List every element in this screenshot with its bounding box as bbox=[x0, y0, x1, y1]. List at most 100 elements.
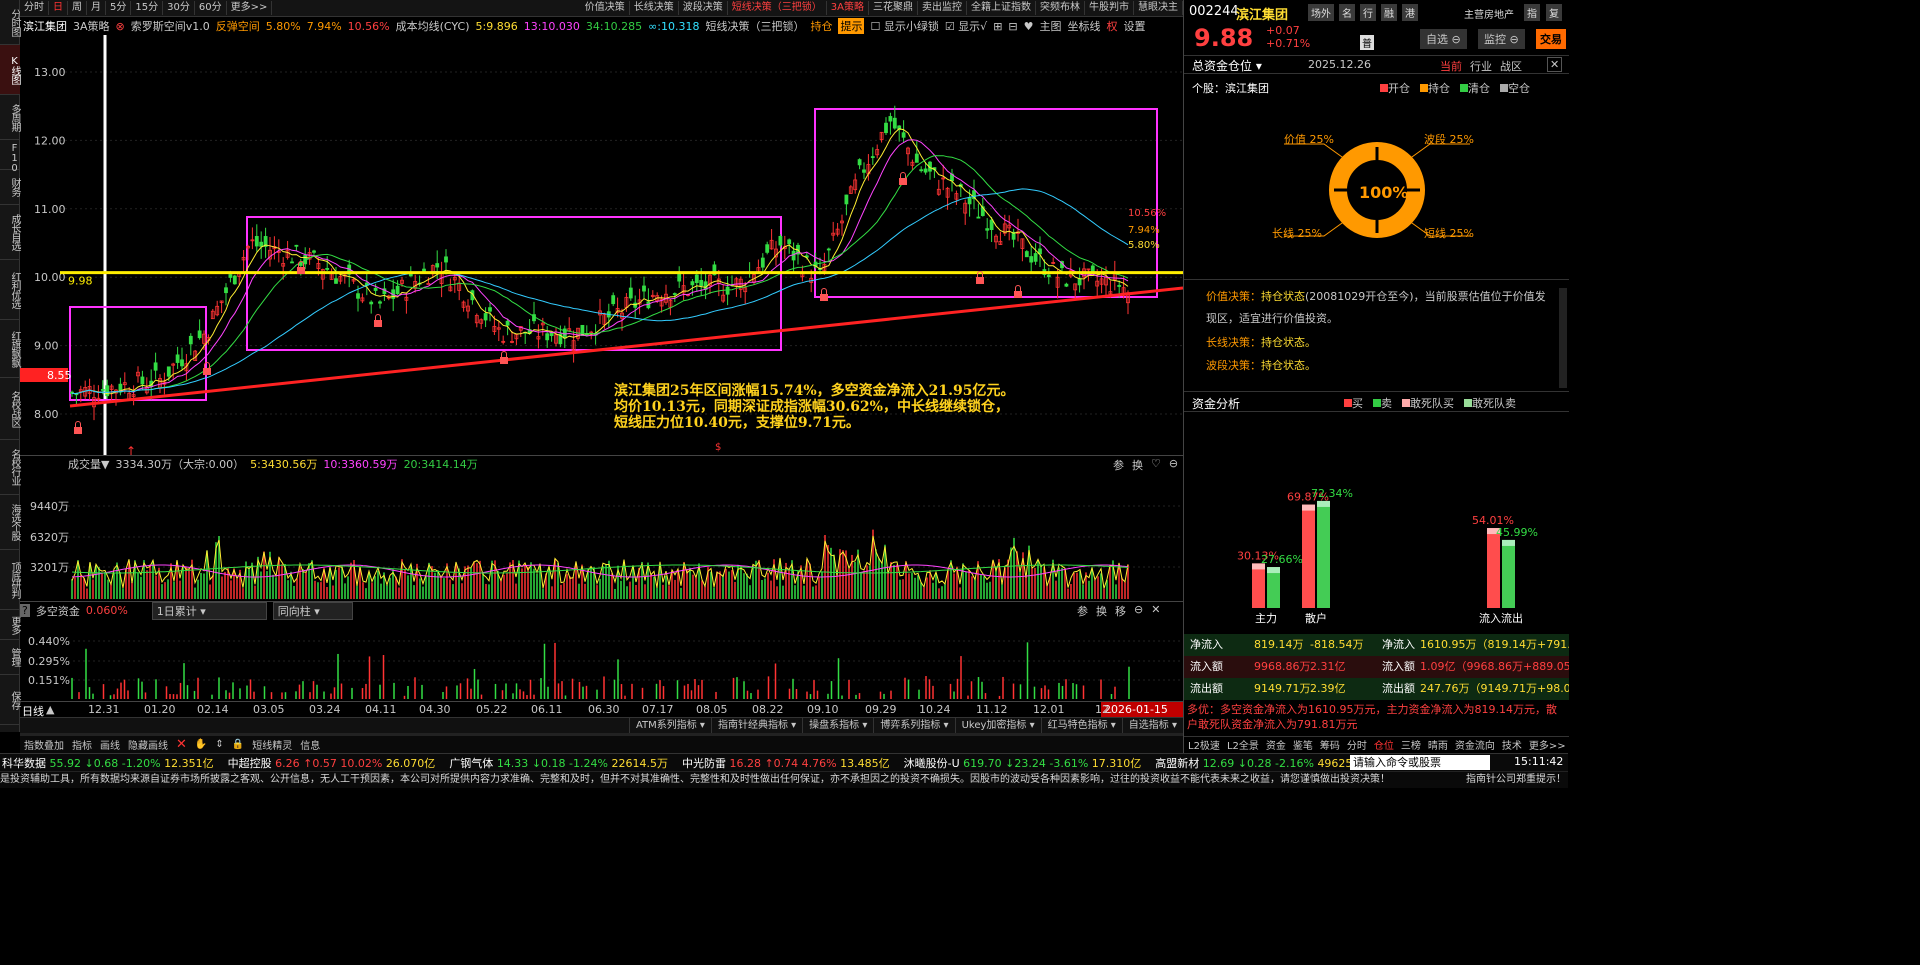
quote-tag-2[interactable]: 名 bbox=[1339, 4, 1355, 21]
strategy-tab-8[interactable]: 全籍上证指数 bbox=[967, 1, 1036, 15]
tool-2[interactable]: 指标 bbox=[72, 737, 92, 752]
strategy-tab-1[interactable]: 价值决策 bbox=[581, 1, 630, 15]
strategy-tab-4[interactable]: 短线决策（三把锁） bbox=[728, 1, 827, 15]
command-input[interactable]: 请输入命令或股票 bbox=[1350, 755, 1490, 770]
right-tab-4[interactable]: 鉴笔 bbox=[1293, 737, 1313, 753]
scroll-left-icon[interactable]: ▲ bbox=[46, 703, 54, 716]
spacer-label[interactable]: 索罗斯空间v1.0 bbox=[131, 18, 210, 34]
position-title[interactable]: 总资金仓位 ▾ bbox=[1192, 57, 1262, 74]
ticker-item[interactable]: 中光防雷 16.28 ↑0.74 4.76% 13.485亿 bbox=[682, 755, 890, 771]
indicator-tab-1[interactable]: ATM系列指标 ▾ bbox=[628, 718, 711, 733]
period-6[interactable]: 15分 bbox=[131, 1, 164, 15]
ticker-item[interactable]: 广钢气体 14.33 ↓0.18 -1.24% 22614.5万 bbox=[449, 755, 668, 771]
strategy-tab-2[interactable]: 长线决策 bbox=[630, 1, 679, 15]
close-icon[interactable]: ⊗ bbox=[116, 20, 125, 33]
self-select-button[interactable]: 自选 ⊖ bbox=[1420, 29, 1467, 49]
tool-10[interactable]: 信息 bbox=[300, 737, 320, 752]
restore-button[interactable]: 复 bbox=[1546, 4, 1562, 21]
period-3[interactable]: 周 bbox=[68, 1, 87, 15]
rail-item-7[interactable]: 红利优选 bbox=[0, 260, 20, 320]
stock-name[interactable]: 滨江集团 bbox=[23, 18, 67, 34]
heart-icon[interactable]: ♥ bbox=[1024, 20, 1034, 33]
rail-item-9[interactable]: 名校战区 bbox=[0, 378, 20, 440]
weight-button[interactable]: 权 bbox=[1107, 18, 1118, 34]
ticker-item[interactable]: 沐曦股份-U 619.70 ↓23.24 -3.61% 17.310亿 bbox=[904, 755, 1142, 771]
rail-item-4[interactable]: F10 bbox=[0, 140, 20, 173]
show-check-checkbox[interactable]: ☑ 显示√ bbox=[945, 18, 987, 34]
bar-mode-select[interactable]: 同向柱 ▾ bbox=[272, 601, 353, 620]
tool-5[interactable]: ✕ bbox=[176, 737, 187, 752]
rail-item-1[interactable]: 分时图 bbox=[0, 0, 20, 45]
rail-item-14[interactable]: 管理 bbox=[0, 640, 20, 675]
rail-item-13[interactable]: 更多 bbox=[0, 610, 20, 640]
right-tab-6[interactable]: 分时 bbox=[1347, 737, 1367, 753]
rail-item-6[interactable]: 成长自选 bbox=[0, 205, 20, 260]
strategy-tab-7[interactable]: 卖出监控 bbox=[918, 1, 967, 15]
rail-item-2[interactable]: K线图 bbox=[0, 45, 20, 95]
period-1[interactable]: 分时 bbox=[20, 1, 49, 15]
period-7[interactable]: 30分 bbox=[163, 1, 195, 15]
indicator-tab-4[interactable]: 博弈系列指标 ▾ bbox=[873, 718, 954, 733]
tab-zone[interactable]: 战区 bbox=[1500, 58, 1522, 74]
strategy-tab-5[interactable]: 3A策略 bbox=[827, 1, 869, 15]
tool-8[interactable]: 🔒 bbox=[232, 739, 244, 750]
settings-button[interactable]: 设置 bbox=[1124, 18, 1146, 34]
strategy-label[interactable]: 3A策略 bbox=[73, 18, 110, 34]
period-8[interactable]: 60分 bbox=[195, 1, 227, 15]
right-tab-2[interactable]: L2全景 bbox=[1227, 737, 1259, 753]
param-button[interactable]: 参 bbox=[1077, 603, 1088, 619]
index-button[interactable]: 指 bbox=[1524, 4, 1540, 21]
right-tab-3[interactable]: 资金 bbox=[1266, 737, 1286, 753]
monitor-button[interactable]: 监控 ⊖ bbox=[1478, 29, 1525, 49]
tool-1[interactable]: 指数叠加 bbox=[24, 737, 64, 752]
ticker-item[interactable]: 中超控股 6.26 ↑0.57 10.02% 26.070亿 bbox=[228, 755, 436, 771]
indicator-tab-2[interactable]: 指南针经典指标 ▾ bbox=[710, 718, 802, 733]
quote-tag-1[interactable]: 场外 bbox=[1308, 4, 1334, 21]
indicator-tab-7[interactable]: 自选指标 ▾ bbox=[1121, 718, 1183, 733]
volume-label[interactable]: 成交量▼ bbox=[68, 456, 109, 472]
period-5[interactable]: 5分 bbox=[106, 1, 132, 15]
right-tab-9[interactable]: 晴雨 bbox=[1428, 737, 1448, 753]
right-tab-7[interactable]: 仓位 bbox=[1374, 737, 1394, 753]
close-icon[interactable]: ✕ bbox=[1547, 57, 1563, 72]
volume-chart[interactable]: 9440万 6320万 3201万 bbox=[20, 471, 1183, 601]
rail-item-5[interactable]: 财务 bbox=[0, 170, 20, 205]
rail-item-8[interactable]: 红旗飘飘 bbox=[0, 320, 20, 378]
period-2[interactable]: 日 bbox=[49, 1, 68, 15]
trade-button[interactable]: 交易 bbox=[1536, 29, 1566, 49]
quote-tag-3[interactable]: 行 bbox=[1360, 4, 1376, 21]
indicator-tab-5[interactable]: Ukey加密指标 ▾ bbox=[954, 718, 1041, 733]
move-button[interactable]: 移 bbox=[1115, 603, 1126, 619]
strategy-tab-10[interactable]: 牛股判市 bbox=[1085, 1, 1134, 15]
tab-current[interactable]: 当前 bbox=[1440, 58, 1462, 74]
rail-item-15[interactable]: 保存 bbox=[0, 675, 20, 725]
ticker-item[interactable]: 科华数据 55.92 ↓0.68 -1.20% 12.351亿 bbox=[2, 755, 214, 771]
scrollbar[interactable] bbox=[1559, 288, 1567, 388]
funds-indicator-chart[interactable]: 0.440% 0.295% 0.151% bbox=[20, 619, 1183, 701]
right-tab-1[interactable]: L2极速 bbox=[1188, 737, 1220, 753]
rail-item-3[interactable]: 多周期 bbox=[0, 95, 20, 140]
coord-line-button[interactable]: 坐标线 bbox=[1068, 18, 1101, 34]
tool-9[interactable]: 短线精灵 bbox=[252, 737, 292, 752]
help-icon[interactable]: ? bbox=[20, 604, 30, 617]
quote-tag-5[interactable]: 港 bbox=[1402, 4, 1418, 21]
add-icon[interactable]: ⊞ bbox=[993, 20, 1002, 33]
right-tab-10[interactable]: 资金流向 bbox=[1455, 737, 1495, 753]
accumulate-select[interactable]: 1日累计 ▾ bbox=[151, 601, 267, 620]
strategy-tab-11[interactable]: 慧眼决主 bbox=[1134, 1, 1183, 15]
tool-3[interactable]: 画线 bbox=[100, 737, 120, 752]
main-chart-button[interactable]: 主图 bbox=[1040, 18, 1062, 34]
rail-item-12[interactable]: 顶底研判 bbox=[0, 550, 20, 610]
tab-industry[interactable]: 行业 bbox=[1470, 58, 1492, 74]
indicator-tab-3[interactable]: 操盘系指标 ▾ bbox=[802, 718, 873, 733]
zoom-icon[interactable]: ⊖ bbox=[1134, 603, 1143, 619]
right-tab-12[interactable]: 更多>> bbox=[1529, 737, 1566, 753]
tool-4[interactable]: 隐藏画线 bbox=[128, 737, 168, 752]
quote-tag-4[interactable]: 融 bbox=[1381, 4, 1397, 21]
ticker-item[interactable]: 高盟新材 12.69 ↓0.28 -2.16% 49625.4万 bbox=[1155, 755, 1374, 771]
right-tab-8[interactable]: 三榜 bbox=[1401, 737, 1421, 753]
close-icon[interactable]: ✕ bbox=[1151, 603, 1160, 619]
tip-badge[interactable]: 提示 bbox=[838, 18, 865, 34]
strategy-tab-3[interactable]: 波段决策 bbox=[679, 1, 728, 15]
show-green-lock-checkbox[interactable]: ☐ 显示小绿锁 bbox=[870, 18, 938, 34]
